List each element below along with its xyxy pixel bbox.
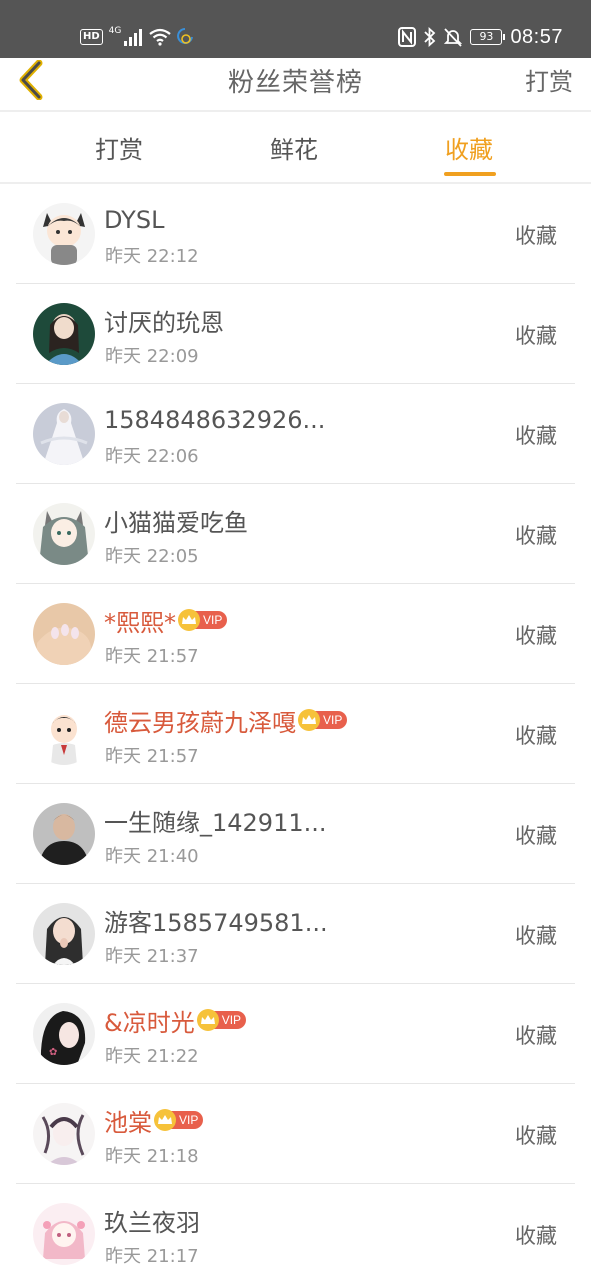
avatar[interactable] [33, 703, 95, 765]
favorite-time: 昨天 22:05 [105, 546, 199, 567]
nfc-icon [398, 27, 417, 47]
status-bar: HD 4G 93 08:57 [0, 0, 591, 58]
data-saver-icon [177, 27, 194, 47]
action-label: 收藏 [515, 824, 557, 848]
user-name: 德云男孩蔚九泽嘎 [104, 708, 296, 737]
avatar[interactable] [33, 1203, 95, 1265]
fan-list: DYSL 昨天 22:12 收藏 讨厌的玧恩 昨天 22:09 收藏 15848… [0, 184, 591, 1280]
favorite-time: 昨天 22:12 [105, 246, 199, 267]
list-item[interactable]: 游客1585749581... 昨天 21:37 收藏 [0, 884, 591, 984]
list-item[interactable]: 1584848632926... 昨天 22:06 收藏 [0, 384, 591, 484]
reward-button[interactable]: 打赏 [525, 62, 573, 97]
mute-bell-icon [444, 27, 463, 47]
list-item[interactable]: DYSL 昨天 22:12 收藏 [0, 184, 591, 284]
avatar[interactable] [33, 203, 95, 265]
tab-flowers[interactable]: 鲜花 [270, 130, 318, 165]
avatar[interactable] [33, 403, 95, 465]
crown-icon [298, 709, 320, 731]
vip-badge: VIP [298, 709, 348, 731]
bluetooth-icon [424, 27, 436, 47]
vip-badge: VIP [196, 1009, 247, 1031]
list-item[interactable]: ✿ &凉时光 VIP 昨天 21:22 收藏 [0, 984, 591, 1084]
favorite-time: 昨天 21:57 [105, 646, 199, 667]
crown-icon [196, 1009, 219, 1031]
favorite-time: 昨天 21:37 [105, 946, 199, 967]
action-label: 收藏 [515, 424, 557, 448]
user-name: &凉时光 [104, 1008, 195, 1037]
avatar[interactable] [33, 1103, 95, 1165]
user-name: 游客1585749581... [104, 908, 328, 937]
user-name: *熙熙* [104, 608, 176, 637]
list-item[interactable]: 小猫猫爱吃鱼 昨天 22:05 收藏 [0, 484, 591, 584]
page-title: 粉丝荣誉榜 [227, 68, 363, 98]
list-item[interactable]: 池棠 VIP 昨天 21:18 收藏 [0, 1084, 591, 1184]
action-label: 收藏 [515, 524, 557, 548]
user-name: 一生随缘_142911... [104, 808, 327, 837]
header: 粉丝荣誉榜 打赏 [0, 58, 591, 110]
action-label: 收藏 [515, 1124, 557, 1148]
signal-icon [123, 28, 143, 46]
user-name: 1584848632926... [104, 406, 326, 434]
favorite-time: 昨天 21:18 [105, 1146, 199, 1167]
battery-icon: 93 [470, 29, 506, 45]
favorite-time: 昨天 22:06 [105, 446, 199, 467]
clock: 08:57 [510, 25, 563, 48]
action-label: 收藏 [515, 924, 557, 948]
favorite-time: 昨天 21:17 [105, 1246, 199, 1267]
user-name: 讨厌的玧恩 [104, 308, 224, 337]
tab-favorites[interactable]: 收藏 [445, 130, 493, 165]
list-item[interactable]: 玖兰夜羽 昨天 21:17 收藏 [0, 1184, 591, 1280]
status-left: HD 4G [80, 24, 194, 50]
favorite-time: 昨天 21:40 [105, 846, 199, 867]
list-item[interactable]: 德云男孩蔚九泽嘎 VIP 昨天 21:57 收藏 [0, 684, 591, 784]
svg-text:✿: ✿ [49, 1047, 57, 1058]
action-label: 收藏 [515, 324, 557, 348]
vip-badge: VIP [154, 1109, 204, 1131]
avatar[interactable] [33, 903, 95, 965]
vip-badge: VIP [178, 609, 228, 631]
action-label: 收藏 [515, 1224, 557, 1248]
favorite-time: 昨天 21:57 [105, 746, 199, 767]
list-item[interactable]: *熙熙* VIP 昨天 21:57 收藏 [0, 584, 591, 684]
user-name: DYSL [104, 206, 165, 234]
tab-bar: 打赏 鲜花 收藏 [0, 112, 591, 182]
wifi-icon [149, 28, 172, 46]
hd-icon: HD [80, 29, 103, 45]
avatar[interactable] [33, 603, 95, 665]
tab-reward[interactable]: 打赏 [95, 130, 143, 165]
action-label: 收藏 [515, 224, 557, 248]
list-item[interactable]: 一生随缘_142911... 昨天 21:40 收藏 [0, 784, 591, 884]
network-type: 4G [108, 26, 122, 36]
tab-indicator [444, 172, 496, 176]
action-label: 收藏 [515, 624, 557, 648]
avatar[interactable]: ✿ [33, 1003, 95, 1065]
action-label: 收藏 [515, 1024, 557, 1048]
favorite-time: 昨天 21:22 [105, 1046, 199, 1067]
status-right: 93 08:57 [398, 24, 563, 50]
user-name: 小猫猫爱吃鱼 [104, 508, 248, 537]
list-item[interactable]: 讨厌的玧恩 昨天 22:09 收藏 [0, 284, 591, 384]
crown-icon [178, 609, 200, 631]
action-label: 收藏 [515, 724, 557, 748]
crown-icon [154, 1109, 176, 1131]
avatar[interactable] [33, 303, 95, 365]
favorite-time: 昨天 22:09 [105, 346, 199, 367]
user-name: 池棠 [104, 1108, 152, 1137]
user-name: 玖兰夜羽 [104, 1208, 200, 1237]
avatar[interactable] [33, 503, 95, 565]
avatar[interactable] [33, 803, 95, 865]
